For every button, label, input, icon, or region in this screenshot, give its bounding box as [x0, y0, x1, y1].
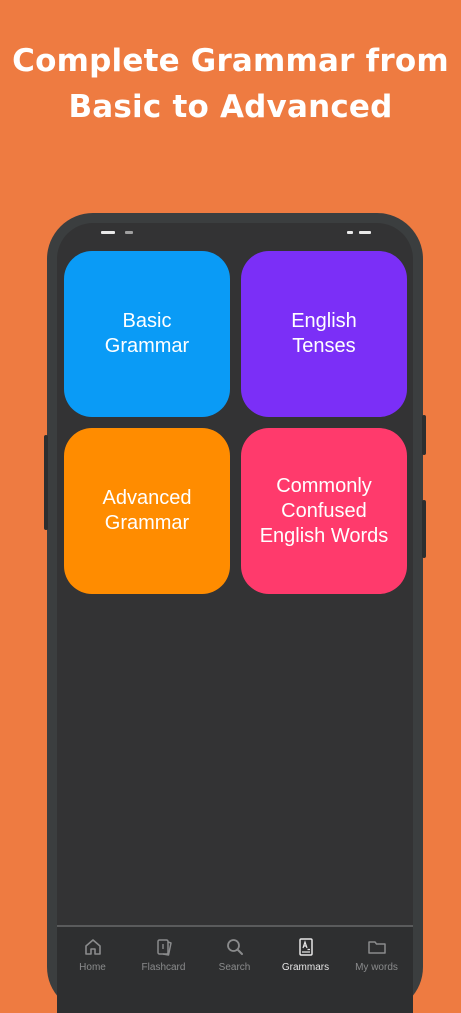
tile-english-tenses-label: English Tenses	[291, 310, 357, 357]
nav-label-my-words: My words	[355, 962, 398, 973]
status-indicator-right-2	[359, 231, 371, 234]
phone-side-button-left	[44, 435, 48, 530]
nav-label-flashcard: Flashcard	[141, 962, 186, 973]
phone-side-button-right-upper	[422, 415, 426, 455]
headline-line-1: Complete Grammar from	[12, 43, 449, 79]
flashcard-icon	[156, 939, 172, 956]
nav-label-search: Search	[218, 962, 251, 973]
tile-basic-grammar[interactable]: Basic Grammar	[64, 251, 230, 417]
nav-label-home: Home	[79, 962, 106, 973]
status-indicator-left	[101, 231, 115, 234]
headline-line-2: Basic to Advanced	[68, 89, 393, 125]
promo-headline: Complete Grammar from Basic to Advanced	[0, 38, 461, 130]
nav-label-grammars: Grammars	[281, 962, 330, 973]
phone-side-button-right-lower	[422, 500, 426, 558]
status-indicator-right	[347, 231, 353, 234]
tile-english-tenses[interactable]: English Tenses	[241, 251, 407, 417]
nav-item-home[interactable]: Home	[57, 937, 128, 987]
tile-advanced-grammar-label: Advanced Grammar	[102, 487, 192, 534]
phone-screen: Basic Grammar English Tenses Advanced Gr…	[57, 223, 413, 1013]
nav-item-flashcard[interactable]: Flashcard	[128, 937, 199, 987]
status-indicator-left-2	[125, 231, 133, 234]
folder-icon	[367, 941, 386, 954]
tile-commonly-confused-words-label: Commonly Confused English Words	[259, 474, 389, 547]
nav-item-grammars[interactable]: Grammars	[270, 937, 341, 987]
tile-basic-grammar-label: Basic Grammar	[104, 310, 190, 357]
status-bar	[57, 223, 413, 239]
nav-item-my-words[interactable]: My words	[341, 937, 412, 987]
home-icon	[84, 939, 101, 955]
grammar-book-icon	[298, 938, 313, 956]
tile-commonly-confused-words[interactable]: Commonly Confused English Words	[241, 428, 407, 594]
nav-item-search[interactable]: Search	[199, 937, 270, 987]
tile-advanced-grammar[interactable]: Advanced Grammar	[64, 428, 230, 594]
search-icon	[226, 939, 243, 955]
